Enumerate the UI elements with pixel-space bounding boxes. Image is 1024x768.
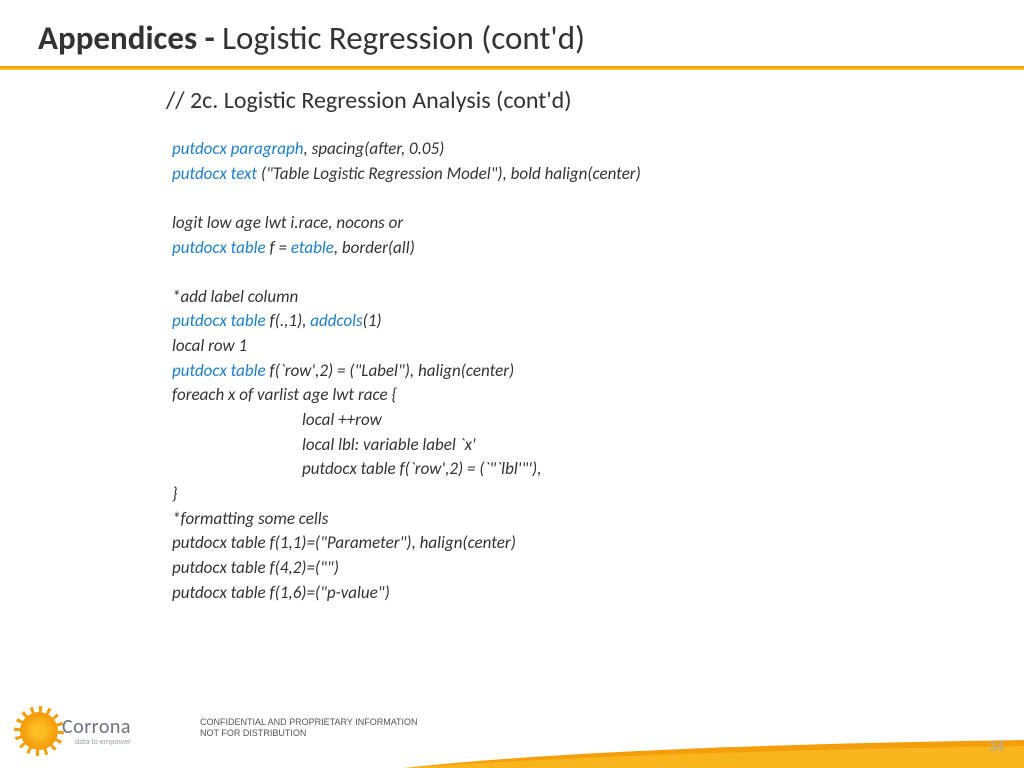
sun-icon: [20, 712, 58, 750]
section-header: // 2c. Logistic Regression Analysis (con…: [166, 86, 1024, 115]
content-area: // 2c. Logistic Regression Analysis (con…: [0, 70, 1024, 605]
logo: Corrona data to empower: [20, 712, 131, 750]
title-bold: Appendices -: [38, 18, 222, 58]
logo-tagline: data to empower: [62, 737, 131, 747]
code-block: putdocx paragraph, spacing(after, 0.05) …: [172, 137, 1024, 605]
page-number: 34: [989, 738, 1004, 756]
footer-swoosh: [404, 738, 1024, 768]
confidential-notice: CONFIDENTIAL AND PROPRIETARY INFORMATION…: [200, 717, 418, 740]
title-rest: Logistic Regression (cont'd): [222, 18, 585, 58]
slide-title: Appendices - Logistic Regression (cont'd…: [0, 0, 1024, 66]
logo-main-text: Corrona: [62, 715, 131, 739]
footer: Corrona data to empower CONFIDENTIAL AND…: [0, 698, 1024, 768]
